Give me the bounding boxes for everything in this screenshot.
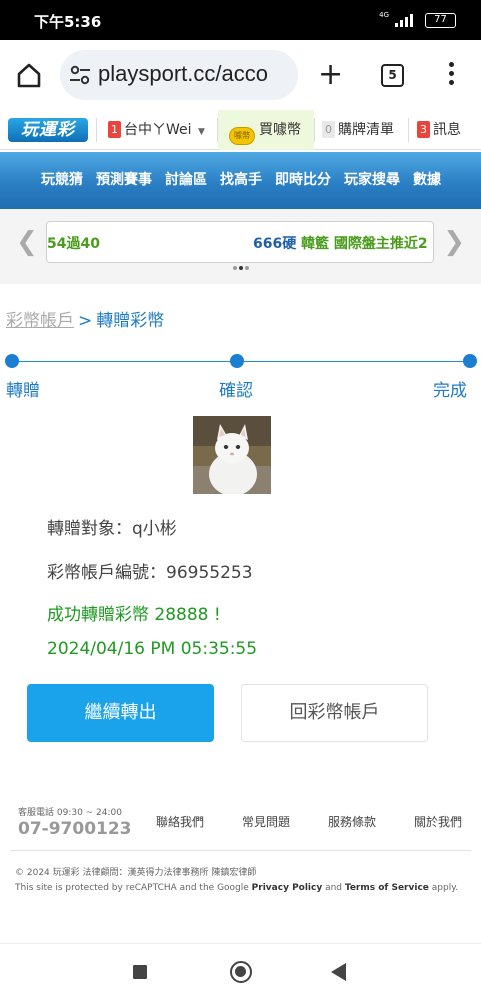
breadcrumb-parent[interactable]: 彩幣帳戶 [6,311,74,331]
ticker[interactable]: 54過40 666硬 韓籃 國際盤主推近2 [46,221,434,263]
footer-divider [10,850,471,851]
chevron-down-icon: ▼ [197,127,205,137]
user-menu[interactable]: 1 台中ㄚWei ▼ [108,110,205,150]
footer-link-faq[interactable]: 常見問題 [242,813,290,830]
divider [314,118,315,142]
home-icon[interactable] [16,62,42,88]
breadcrumb-separator: > [78,311,93,331]
account-number: 96955253 [166,563,253,583]
coin-icon: 噱幣 [229,127,255,145]
buy-coins-label: 買噱幣 [259,122,301,138]
site-settings-icon[interactable] [68,63,92,87]
recaptcha-prefix: This site is protected by reCAPTCHA and … [15,883,252,893]
recaptcha-suffix: apply. [428,883,459,893]
step-label-confirm: 確認 [219,381,253,401]
cart-label: 購牌清單 [338,122,394,138]
account-label: 彩幣帳戶編號： [47,563,166,583]
footer-link-terms[interactable]: 服務條款 [328,813,376,830]
battery-level: 77 [434,14,447,25]
buy-coins-button[interactable]: 噱幣 買噱幣 [218,110,314,150]
footer-link-about[interactable]: 關於我們 [414,813,462,830]
browser-toolbar: playsport.cc/acco + 5 [0,40,481,110]
new-tab-icon[interactable]: + [318,60,343,90]
chevron-right-icon[interactable]: ❯ [443,227,465,257]
system-nav-bar [0,943,481,1000]
back-to-account-button[interactable]: 回彩幣帳戶 [241,684,428,742]
messages-badge: 3 [417,121,430,138]
main-nav: 玩競猜 預測賽事 討論區 找高手 即時比分 玩家搜尋 數據 [0,152,481,209]
breadcrumb: 彩幣帳戶 > 轉贈彩幣 [6,306,164,331]
nav-item-experts[interactable]: 找高手 [220,152,262,209]
signal-icon [395,13,413,27]
address-bar[interactable]: playsport.cc/acco [60,50,298,100]
success-message: 成功轉贈彩幣 28888 ! [47,605,221,625]
recents-icon[interactable] [133,965,147,979]
recaptcha-notice: This site is protected by reCAPTCHA and … [15,883,458,893]
step-label-transfer: 轉贈 [6,381,40,401]
user-name: 台中ㄚWei [124,122,192,138]
more-menu-icon[interactable] [449,62,455,88]
privacy-policy-link[interactable]: Privacy Policy [252,883,323,893]
account-row: 彩幣帳戶編號：96955253 [47,558,253,583]
terms-of-service-link[interactable]: Terms of Service [345,883,429,893]
step-dot [463,354,477,368]
divider [96,118,97,142]
recipient-name: q小彬 [132,519,177,539]
nav-item-predictions[interactable]: 預測賽事 [96,152,152,209]
back-icon[interactable] [331,963,346,981]
url-text: playsport.cc/acco [98,61,268,86]
recipient-label: 轉贈對象： [47,519,132,539]
hotline-label: 客服電話 09:30 ~ 24:00 [18,808,122,818]
network-type: 4G [379,11,389,19]
breadcrumb-current: 轉贈彩幣 [96,311,165,331]
site-logo[interactable]: 玩運彩 [8,118,88,142]
tab-switcher-button[interactable]: 5 [381,64,404,87]
status-time: 下午5:36 [34,13,102,31]
recipient-row: 轉贈對象：q小彬 [47,514,177,539]
ticker-item-text: 韓籃 國際盤主推近2 [301,236,428,252]
step-dot [5,354,19,368]
recaptcha-and: and [322,883,345,893]
nav-item-forum[interactable]: 討論區 [165,152,207,209]
site-top-bar: 玩運彩 1 台中ㄚWei ▼ 噱幣 買噱幣 0 購牌清單 3 訊息 [0,110,481,150]
ticker-item-number: 666硬 [253,236,297,252]
nav-item-games[interactable]: 玩競猜 [41,152,83,209]
status-bar: 下午5:36 4G 77 [0,0,481,40]
battery-icon: 77 [425,13,456,28]
step-dot [230,354,244,368]
hotline-number[interactable]: 07-9700123 [18,819,132,839]
avatar [193,416,271,494]
copyright: © 2024 玩運彩 法律顧問：漢英得力法律事務所 陳鎮宏律師 [15,868,257,878]
ticker-item: 54過40 [47,236,100,252]
cart-badge: 0 [322,121,335,138]
footer-link-contact[interactable]: 聯絡我們 [156,813,204,830]
step-label-done: 完成 [433,381,467,401]
carousel-dots [233,266,249,270]
divider [408,118,409,142]
chevron-left-icon[interactable]: ❮ [16,227,38,257]
messages-link[interactable]: 3 訊息 [417,110,461,150]
ticker-area: ❮ 54過40 666硬 韓籃 國際盤主推近2 ❯ [0,209,481,284]
user-badge: 1 [108,121,121,138]
continue-transfer-button[interactable]: 繼續轉出 [27,684,214,742]
home-button-icon[interactable] [230,961,252,983]
transfer-datetime: 2024/04/16 PM 05:35:55 [47,639,258,659]
nav-item-player-search[interactable]: 玩家搜尋 [344,152,400,209]
nav-item-livescore[interactable]: 即時比分 [275,152,331,209]
cart-link[interactable]: 0 購牌清單 [322,110,394,150]
nav-item-stats[interactable]: 數據 [413,152,441,209]
messages-label: 訊息 [433,122,461,138]
